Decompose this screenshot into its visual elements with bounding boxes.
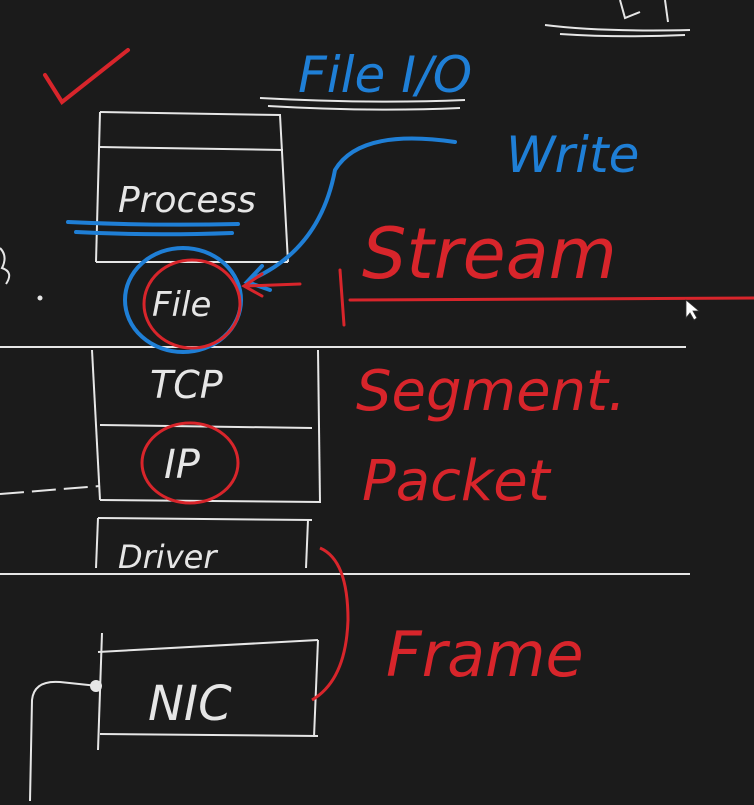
- ip-node: IP: [140, 421, 240, 505]
- packet-label: Packet: [362, 449, 552, 514]
- tcp-label: TCP: [150, 363, 223, 407]
- cursor-icon: [685, 299, 701, 321]
- network-stack-sketch: Process File TCP IP Driver NIC File I/O …: [0, 0, 754, 802]
- file-node: File: [123, 246, 243, 354]
- blue-underline: [66, 220, 240, 237]
- frame-label: Frame: [386, 618, 584, 691]
- checkmark-icon: [43, 48, 130, 105]
- nic-cable: [29, 680, 102, 802]
- left-margin-scribble: [0, 247, 43, 301]
- ip-inbound-arrow: [0, 485, 101, 495]
- file-io-label: File I/O: [298, 46, 472, 104]
- top-right-scribble: [544, 0, 691, 38]
- ip-label: IP: [164, 442, 201, 488]
- file-label: File: [152, 285, 211, 325]
- process-label: Process: [118, 180, 256, 221]
- segment-label: Segment.: [356, 359, 626, 424]
- driver-label: Driver: [118, 538, 218, 576]
- nic-label: NIC: [148, 676, 232, 732]
- whiteboard-canvas: Process File TCP IP Driver NIC File I/O …: [0, 0, 754, 802]
- write-label: Write: [506, 126, 639, 184]
- stream-label: Stream: [362, 213, 617, 295]
